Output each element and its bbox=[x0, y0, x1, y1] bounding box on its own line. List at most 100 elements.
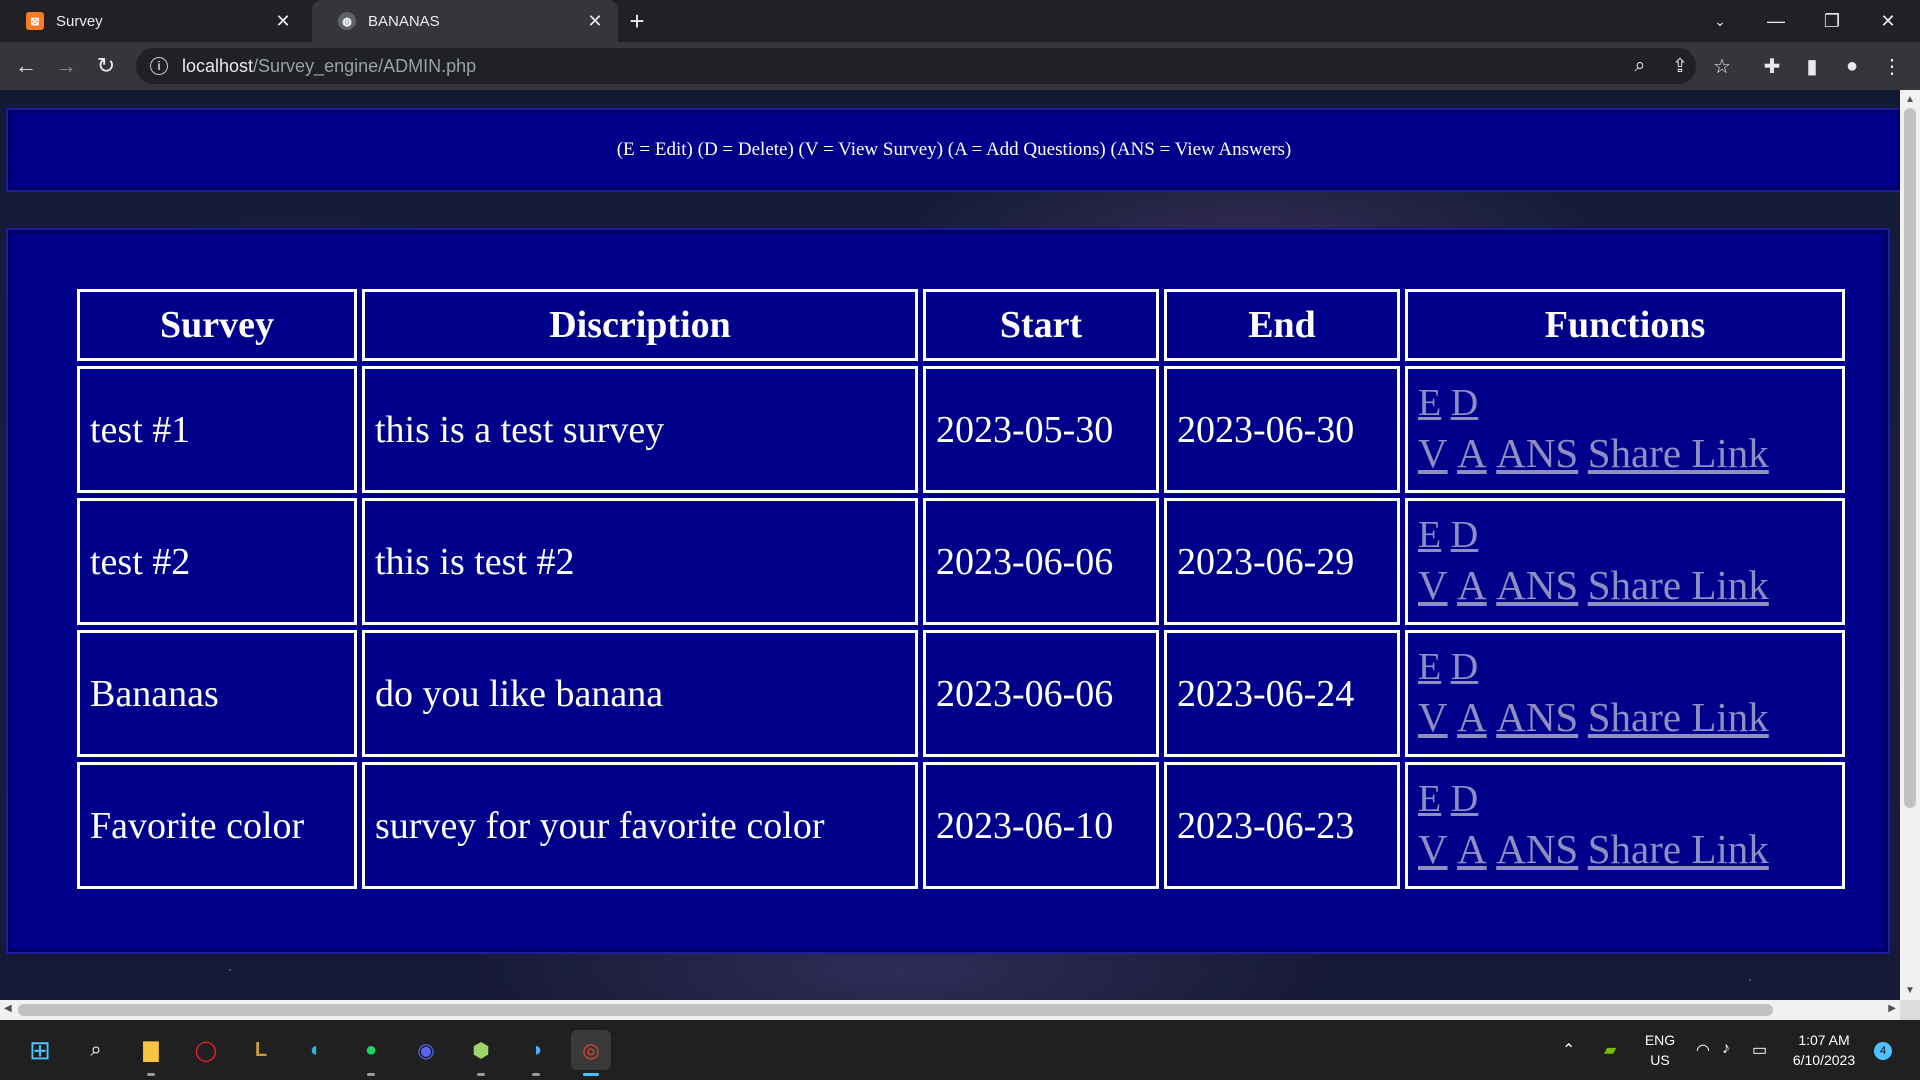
delete-link[interactable]: D bbox=[1451, 382, 1478, 424]
language-indicator[interactable]: ENG US bbox=[1640, 1030, 1680, 1070]
discord-icon[interactable]: ◉ bbox=[406, 1030, 446, 1070]
share-icon[interactable]: ⇪ bbox=[1662, 48, 1698, 84]
view-survey-link[interactable]: V bbox=[1418, 430, 1448, 476]
view-survey-link[interactable]: V bbox=[1418, 562, 1448, 608]
side-panel-icon[interactable]: ▮ bbox=[1796, 50, 1828, 82]
delete-link[interactable]: D bbox=[1451, 514, 1478, 556]
cell-start: 2023-05-30 bbox=[923, 366, 1159, 493]
spotify-icon[interactable]: ● bbox=[351, 1030, 391, 1076]
view-answers-link[interactable]: ANS bbox=[1496, 694, 1578, 740]
close-icon[interactable]: ✕ bbox=[272, 10, 294, 32]
share-link[interactable]: Share Link bbox=[1588, 430, 1769, 476]
share-link[interactable]: Share Link bbox=[1588, 826, 1769, 872]
clock[interactable]: 1:07 AM 6/10/2023 bbox=[1780, 1030, 1868, 1070]
cell-description: this is test #2 bbox=[362, 498, 918, 625]
scroll-down-icon[interactable]: ▼ bbox=[1905, 985, 1915, 996]
date-text: 6/10/2023 bbox=[1792, 1052, 1856, 1068]
forward-button[interactable]: → bbox=[50, 50, 82, 82]
cell-survey: Favorite color bbox=[77, 762, 357, 889]
opera-icon[interactable]: ◯ bbox=[186, 1030, 226, 1070]
globe-icon: ◍ bbox=[338, 12, 356, 30]
cell-start: 2023-06-06 bbox=[923, 630, 1159, 757]
menu-icon[interactable]: ⋮ bbox=[1876, 50, 1908, 82]
app-icon[interactable]: ⬢ bbox=[461, 1030, 501, 1076]
notification-badge[interactable]: 4 bbox=[1874, 1042, 1892, 1060]
chrome-icon[interactable]: ◎ bbox=[571, 1030, 611, 1076]
header-survey: Survey bbox=[77, 289, 357, 361]
edit-link[interactable]: E bbox=[1418, 382, 1441, 424]
edge-icon[interactable]: ◐ bbox=[296, 1030, 336, 1070]
address-bar[interactable]: i localhost /Survey_engine/ADMIN.php ⌕ ⇪ bbox=[136, 48, 1696, 84]
add-questions-link[interactable]: A bbox=[1457, 826, 1487, 872]
new-tab-button[interactable]: + bbox=[622, 6, 652, 36]
view-answers-link[interactable]: ANS bbox=[1496, 826, 1578, 872]
cell-start: 2023-06-10 bbox=[923, 762, 1159, 889]
scroll-right-icon[interactable]: ▶ bbox=[1888, 1003, 1896, 1014]
back-button[interactable]: ← bbox=[10, 50, 42, 82]
table-header-row: Survey Discription Start End Functions bbox=[77, 289, 1845, 361]
cell-description: this is a test survey bbox=[362, 366, 918, 493]
scrollbar-corner bbox=[1900, 1000, 1920, 1020]
xampp-icon: ⊠ bbox=[26, 12, 44, 30]
delete-link[interactable]: D bbox=[1451, 778, 1478, 820]
view-answers-link[interactable]: ANS bbox=[1496, 562, 1578, 608]
profile-icon[interactable]: ● bbox=[1836, 50, 1868, 82]
tab-title: Survey bbox=[56, 12, 103, 30]
edit-link[interactable]: E bbox=[1418, 646, 1441, 688]
volume-icon[interactable]: ♪ bbox=[1722, 1040, 1730, 1058]
windows-start-icon[interactable]: ⊞ bbox=[20, 1030, 60, 1070]
cell-start: 2023-06-06 bbox=[923, 498, 1159, 625]
league-of-legends-icon[interactable]: L bbox=[241, 1030, 281, 1070]
close-window-button[interactable]: ✕ bbox=[1860, 0, 1916, 42]
share-link[interactable]: Share Link bbox=[1588, 694, 1769, 740]
cell-functions: E D V A ANS Share Link bbox=[1405, 630, 1845, 757]
scroll-up-icon[interactable]: ▲ bbox=[1905, 94, 1915, 105]
vertical-scrollbar[interactable]: ▲ ▼ bbox=[1900, 90, 1920, 1000]
cell-end: 2023-06-23 bbox=[1164, 762, 1400, 889]
zoom-icon[interactable]: ⌕ bbox=[1622, 48, 1658, 84]
cell-functions: E D V A ANS Share Link bbox=[1405, 366, 1845, 493]
nvidia-icon[interactable]: ▰ bbox=[1604, 1040, 1616, 1060]
url-host: localhost bbox=[182, 55, 254, 76]
restore-button[interactable]: ❐ bbox=[1804, 0, 1860, 42]
extensions-icon[interactable]: ✚ bbox=[1756, 50, 1788, 82]
tab-survey[interactable]: ⊠ Survey ✕ bbox=[0, 0, 306, 42]
site-info-icon[interactable]: i bbox=[150, 57, 168, 75]
legend-panel: (E = Edit) (D = Delete) (V = View Survey… bbox=[6, 108, 1900, 192]
minimize-button[interactable]: — bbox=[1748, 0, 1804, 42]
reload-button[interactable]: ↻ bbox=[90, 50, 122, 82]
page-viewport: (E = Edit) (D = Delete) (V = View Survey… bbox=[0, 90, 1900, 1000]
add-questions-link[interactable]: A bbox=[1457, 694, 1487, 740]
scroll-left-icon[interactable]: ◀ bbox=[4, 1003, 12, 1014]
table-row: Bananas do you like banana 2023-06-06 20… bbox=[77, 630, 1845, 757]
bookmark-star-icon[interactable]: ☆ bbox=[1706, 50, 1738, 82]
add-questions-link[interactable]: A bbox=[1457, 562, 1487, 608]
edit-link[interactable]: E bbox=[1418, 778, 1441, 820]
cell-functions: E D V A ANS Share Link bbox=[1405, 498, 1845, 625]
time-text: 1:07 AM bbox=[1798, 1032, 1850, 1048]
view-survey-link[interactable]: V bbox=[1418, 694, 1448, 740]
region-text: US bbox=[1650, 1052, 1670, 1068]
share-link[interactable]: Share Link bbox=[1588, 562, 1769, 608]
view-survey-link[interactable]: V bbox=[1418, 826, 1448, 872]
view-answers-link[interactable]: ANS bbox=[1496, 430, 1578, 476]
search-icon[interactable]: ⌕ bbox=[76, 1030, 116, 1070]
vertical-scroll-thumb[interactable] bbox=[1904, 108, 1916, 808]
wifi-icon[interactable]: ◠ bbox=[1696, 1040, 1710, 1060]
delete-link[interactable]: D bbox=[1451, 646, 1478, 688]
edit-link[interactable]: E bbox=[1418, 514, 1441, 556]
battery-icon[interactable]: ▭ bbox=[1752, 1040, 1767, 1060]
cell-end: 2023-06-24 bbox=[1164, 630, 1400, 757]
close-icon[interactable]: ✕ bbox=[584, 10, 606, 32]
cell-survey: test #1 bbox=[77, 366, 357, 493]
show-hidden-icons-icon[interactable]: ⌃ bbox=[1562, 1040, 1575, 1060]
horizontal-scroll-thumb[interactable] bbox=[18, 1004, 1773, 1016]
horizontal-scrollbar[interactable]: ◀ ▶ bbox=[0, 1000, 1900, 1020]
tab-search-icon[interactable]: ⌄ bbox=[1692, 0, 1748, 42]
add-questions-link[interactable]: A bbox=[1457, 430, 1487, 476]
header-functions: Functions bbox=[1405, 289, 1845, 361]
cell-functions: E D V A ANS Share Link bbox=[1405, 762, 1845, 889]
tab-bananas[interactable]: ◍ BANANAS ✕ bbox=[312, 0, 618, 42]
virtualbox-icon[interactable]: ◑ bbox=[516, 1030, 556, 1076]
file-explorer-icon[interactable]: ▇ bbox=[131, 1030, 171, 1076]
